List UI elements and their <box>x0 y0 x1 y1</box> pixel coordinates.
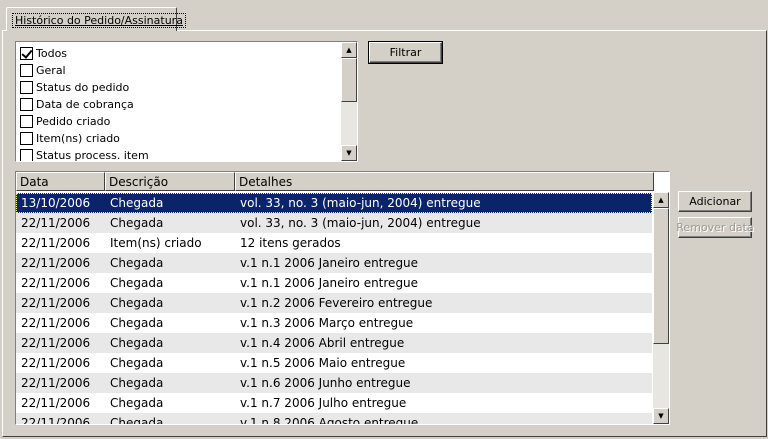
tab-order-history[interactable]: Histórico do Pedido/Assinatura <box>6 7 186 31</box>
tab-label: Histórico do Pedido/Assinatura <box>12 13 186 28</box>
tab-panel <box>2 30 767 437</box>
